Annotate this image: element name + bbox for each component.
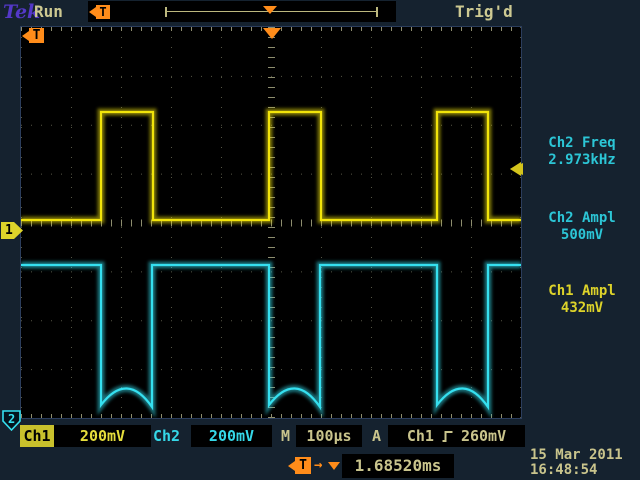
measurement-label: Ch2 Ampl	[524, 210, 640, 227]
record-view-bar	[165, 7, 378, 17]
trigger-position-readout: 1.68520ms	[342, 454, 454, 478]
measurement-value: 432mV	[524, 300, 640, 317]
trigger-level-readout: 260mV	[461, 425, 506, 447]
measurement-label: Ch2 Freq	[524, 135, 640, 152]
measurement-value: 2.973kHz	[524, 152, 640, 169]
ch2-scale-readout: 200mV	[191, 425, 272, 447]
oscilloscope-screen: Tek Run T Trig'd T 1 2 Ch2 Freq	[0, 0, 640, 480]
measurement-ch1-ampl: Ch1 Ampl 432mV	[524, 283, 640, 317]
record-trigger-position-icon	[263, 6, 277, 14]
top-status-bar: Tek Run T Trig'd	[0, 0, 640, 25]
trigger-source: Ch1	[407, 425, 434, 447]
ch1-ground-marker: 1	[1, 222, 23, 239]
time-readout: 16:48:54	[530, 463, 640, 478]
timebase-label: M	[281, 425, 290, 447]
datetime-readout: 15 Mar 2011 16:48:54	[530, 448, 640, 478]
trigger-delay-t-icon: T	[29, 28, 44, 43]
trigger-offscreen-left-icon: T	[96, 5, 110, 19]
measurement-value: 500mV	[524, 227, 640, 244]
trigger-readout: Ch1 260mV	[388, 425, 525, 447]
measurement-label: Ch1 Ampl	[524, 283, 640, 300]
trace-ch2-glow	[21, 265, 521, 407]
ch2-label: Ch2	[153, 425, 180, 447]
trigger-type-label: A	[372, 425, 381, 447]
measurement-ch2-freq: Ch2 Freq 2.973kHz	[524, 135, 640, 169]
measurement-ch2-ampl: Ch2 Ampl 500mV	[524, 210, 640, 244]
trigger-point-icon	[263, 28, 281, 39]
trigger-level-icon	[510, 163, 523, 175]
channel-status-bar: Ch1 200mV Ch2 200mV M 100µs A Ch1 260mV	[0, 424, 640, 448]
rising-edge-icon	[442, 430, 453, 443]
trace-ch1-glow	[21, 112, 521, 220]
timebase-readout: 100µs	[296, 425, 362, 447]
ch1-badge: Ch1	[20, 425, 54, 447]
acquisition-status: Run	[34, 2, 63, 21]
graticule	[21, 27, 521, 418]
arrow-right-icon: →	[314, 457, 322, 474]
waveform-svg	[21, 27, 521, 418]
trigger-position-t-icon: T	[295, 457, 311, 474]
date-readout: 15 Mar 2011	[530, 448, 640, 463]
trigger-status: Trig'd	[455, 2, 513, 21]
triangle-down-icon	[328, 462, 340, 470]
ch1-scale-readout: 200mV	[54, 425, 151, 447]
